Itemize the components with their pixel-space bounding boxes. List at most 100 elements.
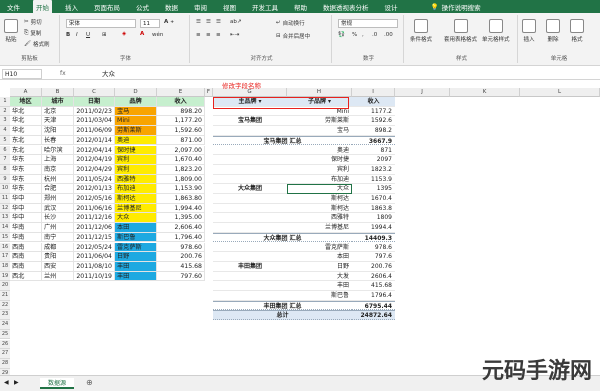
row-header[interactable]: 1 <box>0 97 10 107</box>
pivot-cell-revenue[interactable]: 3667.9 <box>352 135 395 146</box>
row-header[interactable]: 25 <box>0 329 10 340</box>
row-header[interactable]: 17 <box>0 252 10 262</box>
pivot-cell-main-brand[interactable] <box>213 155 287 165</box>
tell-me-search[interactable]: 💡 操作说明搜索 <box>431 2 481 12</box>
table-cell-date[interactable]: 2011/12/06 <box>74 223 115 233</box>
active-cell[interactable] <box>287 184 352 194</box>
table-cell-revenue[interactable]: 1,823.20 <box>157 164 205 175</box>
row-header[interactable]: 27 <box>0 349 10 359</box>
pivot-cell-sub-brand[interactable]: 大发 <box>287 272 352 282</box>
sheet-tab-data-source[interactable]: 数据源 <box>40 378 75 389</box>
pivot-cell-main-brand[interactable] <box>213 281 287 291</box>
pivot-cell-revenue[interactable]: 871 <box>352 146 395 156</box>
row-header[interactable]: 7 <box>0 155 10 165</box>
table-header-date[interactable]: 日期 <box>74 97 115 107</box>
table-cell-region[interactable]: 西南 <box>10 242 42 253</box>
merge-center-button[interactable]: ⊟ 合并后居中 <box>276 32 310 40</box>
tab-developer[interactable]: 开发工具 <box>249 0 281 14</box>
pivot-cell-main-brand[interactable] <box>213 204 287 214</box>
table-cell-brand[interactable]: 奥迪 <box>115 135 157 146</box>
pivot-cell-revenue[interactable]: 14409.3 <box>352 232 395 243</box>
pivot-cell-main-brand[interactable] <box>213 165 287 175</box>
decrease-decimal-icon[interactable]: .00 <box>384 32 393 38</box>
table-cell-date[interactable]: 2011/05/24 <box>74 174 115 185</box>
table-cell-city[interactable]: 武汉 <box>42 203 74 214</box>
column-header-d[interactable]: D <box>115 88 157 97</box>
table-cell-brand[interactable]: 斯巴鲁 <box>115 232 157 243</box>
row-header[interactable]: 6 <box>0 145 10 156</box>
table-cell-city[interactable]: 兰州 <box>42 271 74 282</box>
table-cell-region[interactable]: 西南 <box>10 261 42 272</box>
pivot-cell-revenue[interactable]: 24872.64 <box>352 310 395 321</box>
pivot-cell-sub-brand[interactable]: 斯巴鲁 <box>287 291 352 301</box>
table-cell-brand[interactable]: 宾利 <box>115 164 157 175</box>
orientation-icon[interactable]: ab↗ <box>230 19 241 25</box>
pivot-cell-main-brand[interactable]: 大众集团 汇总 <box>213 232 352 243</box>
pivot-cell-revenue[interactable]: 6795.44 <box>352 300 395 311</box>
table-cell-date[interactable]: 2012/05/16 <box>74 194 115 204</box>
format-cells-button[interactable]: 格式 <box>570 19 584 43</box>
pivot-cell-revenue[interactable]: 1670.4 <box>352 194 395 204</box>
table-cell-region[interactable]: 西南 <box>10 252 42 262</box>
column-header-c[interactable]: C <box>74 88 115 97</box>
row-header[interactable]: 2 <box>0 106 10 117</box>
pivot-cell-revenue[interactable]: 1809 <box>352 213 395 224</box>
cell-styles-button[interactable]: 单元格样式 <box>482 19 510 43</box>
table-cell-revenue[interactable]: 2,606.40 <box>157 223 205 233</box>
table-cell-revenue[interactable]: 1,809.00 <box>157 174 205 185</box>
table-format-button[interactable]: 套用表格格式 <box>444 19 477 43</box>
pivot-cell-revenue[interactable]: 1177.2 <box>352 107 395 117</box>
table-cell-brand[interactable]: 大众 <box>115 213 157 224</box>
table-cell-revenue[interactable]: 1,796.40 <box>157 232 205 243</box>
pivot-cell-main-brand[interactable] <box>213 252 287 262</box>
pivot-cell-sub-brand[interactable]: 斯柯达 <box>287 194 352 204</box>
table-cell-city[interactable]: 西安 <box>42 261 74 272</box>
worksheet-grid[interactable]: A B C D E F G H I J K L 1 2 3 4 5 6 7 8 9 10 11 12 13 14 15 16 17 18 1… <box>0 80 600 375</box>
row-header[interactable]: 28 <box>0 358 10 369</box>
pivot-cell-main-brand[interactable]: 宝马集团 汇总 <box>213 135 352 146</box>
row-header[interactable]: 21 <box>0 291 10 301</box>
row-header[interactable]: 18 <box>0 261 10 272</box>
percent-icon[interactable]: % <box>352 32 357 38</box>
table-cell-date[interactable]: 2011/02/23 <box>74 106 115 117</box>
table-cell-revenue[interactable]: 978.60 <box>157 242 205 253</box>
tab-page-layout[interactable]: 页面布局 <box>91 0 123 14</box>
font-size-select[interactable]: 11 <box>140 19 160 28</box>
row-header[interactable]: 8 <box>0 164 10 175</box>
column-header-e[interactable]: E <box>157 88 205 97</box>
indent-icon[interactable]: ⇤⇥ <box>230 32 239 38</box>
table-cell-region[interactable]: 东北 <box>10 135 42 146</box>
formula-input[interactable]: 大众 <box>102 69 115 79</box>
table-cell-date[interactable]: 2012/01/13 <box>74 184 115 194</box>
pivot-cell-sub-brand[interactable]: 日野 <box>287 262 352 272</box>
bold-button[interactable]: B <box>66 32 70 38</box>
align-top-icon[interactable]: ☰ <box>196 19 201 25</box>
table-cell-revenue[interactable]: 1,863.80 <box>157 194 205 204</box>
tab-insert[interactable]: 插入 <box>62 0 81 14</box>
pivot-cell-revenue[interactable]: 1592.6 <box>352 116 395 127</box>
phonetic-icon[interactable]: wén <box>152 32 163 38</box>
pivot-cell-main-brand[interactable]: 丰田集团 <box>213 262 287 272</box>
column-header-f[interactable]: F <box>205 88 213 97</box>
row-header[interactable]: 22 <box>0 300 10 311</box>
table-cell-revenue[interactable]: 415.68 <box>157 261 205 272</box>
pivot-cell-sub-brand[interactable]: 奥迪 <box>287 146 352 156</box>
table-cell-revenue[interactable]: 200.76 <box>157 252 205 262</box>
name-box[interactable]: H10 <box>2 69 42 79</box>
comma-icon[interactable]: , <box>362 32 364 38</box>
table-cell-city[interactable]: 天津 <box>42 116 74 127</box>
tab-design[interactable]: 设计 <box>382 0 401 14</box>
column-header-k[interactable]: K <box>450 88 520 97</box>
pivot-cell-main-brand[interactable] <box>213 146 287 156</box>
table-cell-region[interactable]: 华东 <box>10 174 42 185</box>
row-header[interactable]: 3 <box>0 116 10 127</box>
table-cell-brand[interactable]: 斯柯达 <box>115 194 157 204</box>
table-cell-brand[interactable]: 宾利 <box>115 155 157 165</box>
pivot-cell-revenue[interactable]: 1863.8 <box>352 204 395 214</box>
table-cell-revenue[interactable]: 797.60 <box>157 271 205 282</box>
pivot-cell-main-brand[interactable] <box>213 213 287 224</box>
pivot-cell-main-brand[interactable]: 大众集团 <box>213 184 287 194</box>
pivot-cell-sub-brand[interactable]: 西雅特 <box>287 213 352 224</box>
table-cell-date[interactable]: 2011/06/04 <box>74 252 115 262</box>
table-cell-brand[interactable]: 西雅特 <box>115 174 157 185</box>
